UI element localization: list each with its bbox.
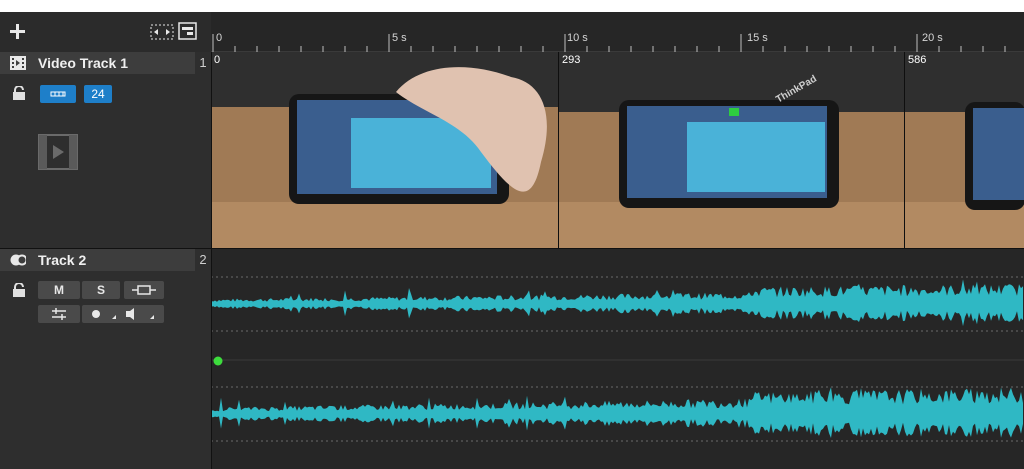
track-name: Video Track 1 [38, 55, 129, 71]
video-thumbnail-2: 293 ThinkPad [558, 52, 904, 248]
ruler-ticks [212, 34, 1006, 52]
ruler-label-5s: 5 s [392, 32, 407, 44]
video-track-icon [10, 56, 26, 70]
edit-button[interactable] [38, 305, 80, 323]
thumbnail-image [905, 52, 1024, 248]
video-thumbnail-1: 0 [211, 52, 558, 248]
thumbnail-image [559, 52, 904, 248]
record-icon [92, 310, 100, 318]
thumbnail-image [211, 52, 558, 248]
waveform [211, 279, 1023, 327]
track-number: 2 [199, 252, 207, 267]
lock-icon[interactable] [12, 283, 26, 297]
track-name: Track 2 [38, 252, 87, 268]
mute-button[interactable]: M [38, 281, 80, 299]
stereo-track-icon [10, 254, 26, 266]
mixer-icon [52, 308, 66, 320]
plus-icon[interactable] [8, 22, 28, 42]
timeline-ruler[interactable]: 0 5 s 10 s 15 s 20 s [211, 12, 1024, 61]
ruler-label-15s: 15 s [747, 32, 768, 44]
frame-number-293: 293 [562, 54, 581, 66]
window-top-strip [0, 0, 1024, 12]
video-display-button[interactable] [40, 85, 76, 103]
insert-icon [132, 285, 156, 295]
ruler-label-0: 0 [216, 32, 223, 44]
frame-number-0: 0 [214, 54, 221, 66]
record-monitor-icons [92, 308, 154, 320]
panel-icon[interactable] [178, 22, 198, 40]
video-thumbnail-3: 586 [904, 52, 1024, 248]
audio-waveforms [211, 276, 1024, 442]
record-monitor-button[interactable] [82, 305, 164, 323]
routing-button[interactable] [124, 281, 164, 299]
speaker-icon [126, 308, 134, 320]
automation-point[interactable] [212, 355, 224, 367]
audio-track-header: Track 2 2 M S [0, 249, 211, 469]
frame-rate-button[interactable]: 24 [84, 85, 112, 103]
solo-button[interactable]: S [82, 281, 120, 299]
lock-icon[interactable] [12, 86, 26, 100]
waveform [211, 387, 1023, 438]
track-number: 1 [199, 55, 207, 70]
track-title-row[interactable]: Track 2 [0, 249, 195, 271]
track-title-row[interactable]: Video Track 1 [0, 52, 195, 74]
header-divider [211, 52, 212, 469]
audio-clip[interactable] [211, 249, 1024, 469]
video-clip[interactable]: 0 293 ThinkPad 586 [211, 52, 1024, 248]
track-list-toolbar [0, 12, 211, 52]
ruler-label-20s: 20 s [922, 32, 943, 44]
fit-view-icon[interactable] [150, 24, 174, 40]
video-track-header: Video Track 1 1 24 [0, 52, 211, 249]
video-placeholder-icon [38, 134, 78, 170]
frame-number-586: 586 [908, 54, 927, 66]
ruler-label-10s: 10 s [567, 32, 588, 44]
film-strip-icon [50, 91, 66, 97]
